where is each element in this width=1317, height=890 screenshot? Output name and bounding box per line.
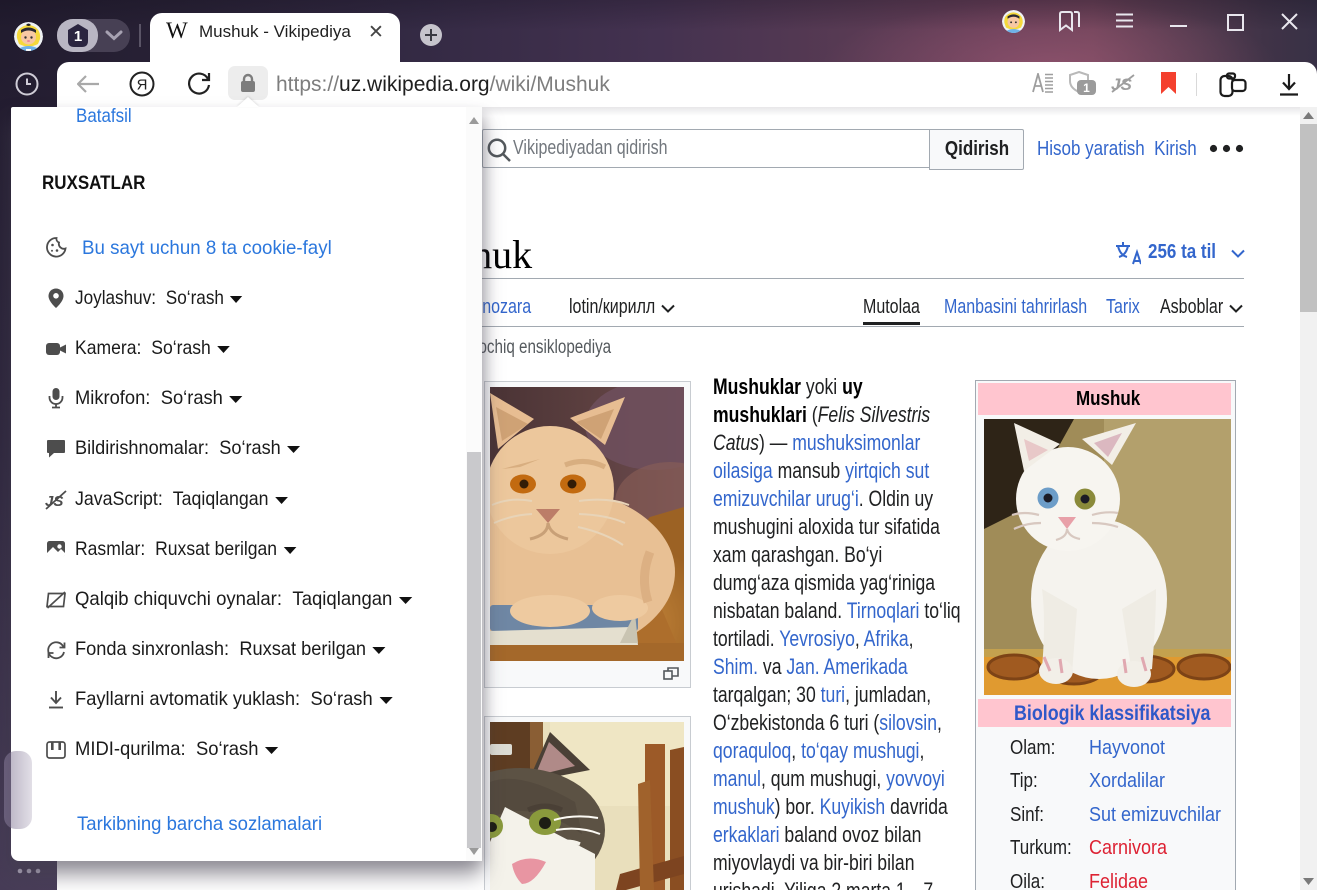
svg-text:1: 1 bbox=[1083, 81, 1090, 95]
svg-text:1: 1 bbox=[74, 28, 82, 45]
svg-text:Я: Я bbox=[137, 77, 148, 94]
